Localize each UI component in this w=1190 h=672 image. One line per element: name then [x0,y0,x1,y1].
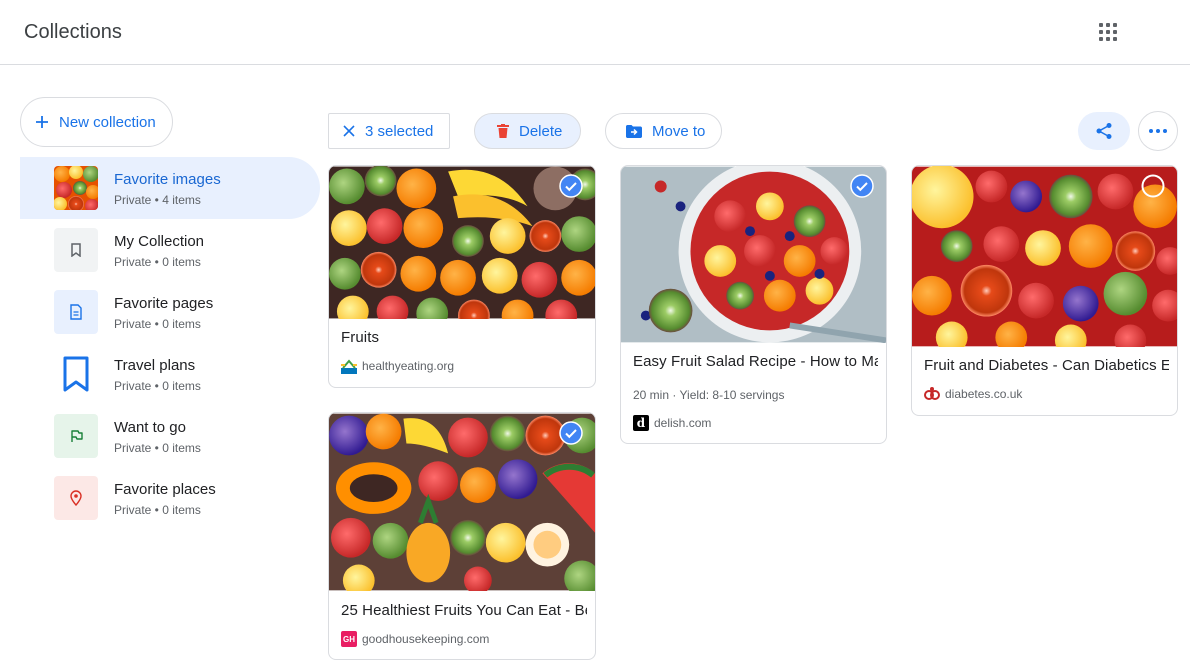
card-source: diabetes.co.uk [924,386,1022,402]
sidebar-item-meta: Private • 0 items [114,441,201,455]
trash-icon [497,124,509,138]
bookmark-icon [54,228,98,272]
close-icon [343,125,355,137]
place-pin-icon [54,476,98,520]
sidebar-item-my-collection[interactable]: My Collection Private • 0 items [20,219,320,281]
sidebar-item-meta: Private • 0 items [114,379,201,393]
page-title: Collections [24,21,122,43]
new-collection-label: New collection [59,113,156,131]
sidebar-item-name: Favorite images [114,171,221,188]
card-source-domain: diabetes.co.uk [945,387,1023,401]
sidebar-item-meta: Private • 4 items [114,193,201,207]
goodhousekeeping-favicon: GH [341,631,357,647]
more-horiz-icon [1149,129,1167,133]
checkmark-selected-icon[interactable] [559,174,583,198]
healthiest-fruits-image [329,413,595,591]
delete-button[interactable]: Delete [474,113,581,149]
collection-card-fruit-salad[interactable]: Easy Fruit Salad Recipe - How to Mak 20 … [620,165,887,444]
bookmark-icon [54,352,98,396]
image-thumbnail [54,166,98,210]
sidebar-item-name: Want to go [114,419,186,436]
document-icon [54,290,98,334]
apps-grid-icon [1099,23,1117,41]
sidebar-item-favorite-pages[interactable]: Favorite pages Private • 0 items [20,281,320,343]
card-title: 25 Healthiest Fruits You Can Eat - Be [341,602,587,619]
collection-card-healthiest-fruits[interactable]: 25 Healthiest Fruits You Can Eat - Be GH… [328,412,596,660]
new-collection-button[interactable]: New collection [20,97,173,147]
sidebar-item-name: My Collection [114,233,205,250]
sidebar-item-favorite-places[interactable]: Favorite places Private • 0 items [20,467,320,529]
healthyeating-favicon [341,358,357,374]
sidebar-item-name: Favorite places [114,481,216,498]
sidebar-item-travel-plans[interactable]: Travel plans Private • 0 items [20,343,320,405]
sidebar-item-favorite-images[interactable]: Favorite images Private • 4 items [20,157,320,219]
sidebar-item-name: Favorite pages [114,295,214,312]
sidebar-item-meta: Private • 0 items [114,255,201,269]
sidebar-item-name: Travel plans [114,357,196,374]
checkmark-selected-icon[interactable] [850,174,874,198]
share-button[interactable] [1078,112,1130,150]
card-source-domain: goodhousekeeping.com [362,632,490,646]
fruit-salad-image [621,166,886,343]
card-source-domain: delish.com [654,416,712,430]
move-folder-icon [626,124,642,138]
card-source-domain: healthyeating.org [362,359,455,373]
clear-selection-button[interactable]: 3 selected [328,113,450,149]
card-source: healthyeating.org [341,358,454,374]
recipe-yield: Yield: 8-10 servings [679,388,785,402]
card-recipe-meta: 20 min · Yield: 8-10 servings [633,388,784,402]
plus-icon [36,116,48,128]
meta-separator: · [672,388,680,402]
app-header: Collections [0,0,1190,65]
delish-favicon: d [633,415,649,431]
collection-card-fruit-diabetes[interactable]: Fruit and Diabetes - Can Diabetics Ea di… [911,165,1178,416]
fruit-diabetes-image [912,166,1177,347]
checkmark-selected-icon[interactable] [559,421,583,445]
diabetes-favicon [924,386,940,402]
share-icon [1096,123,1112,139]
collection-card-fruits[interactable]: Fruits healthyeating.org [328,165,596,388]
delete-label: Delete [519,122,563,140]
card-title: Easy Fruit Salad Recipe - How to Mak [633,353,878,370]
card-source: d delish.com [633,415,711,431]
sidebar-item-meta: Private • 0 items [114,317,201,331]
move-to-button[interactable]: Move to [605,113,722,149]
apps-button[interactable] [1092,16,1124,48]
card-source: GH goodhousekeeping.com [341,631,489,647]
card-title: Fruit and Diabetes - Can Diabetics Ea [924,357,1169,374]
fruits-image [329,166,595,319]
sidebar-item-want-to-go[interactable]: Want to go Private • 0 items [20,405,320,467]
recipe-time: 20 min [633,388,670,402]
flag-icon [54,414,98,458]
more-options-button[interactable] [1138,111,1178,151]
move-to-label: Move to [652,122,706,140]
selected-count-label: 3 selected [365,122,434,140]
card-title: Fruits [341,329,380,346]
sidebar-item-meta: Private • 0 items [114,503,201,517]
unselected-circle-icon[interactable] [1141,174,1165,198]
